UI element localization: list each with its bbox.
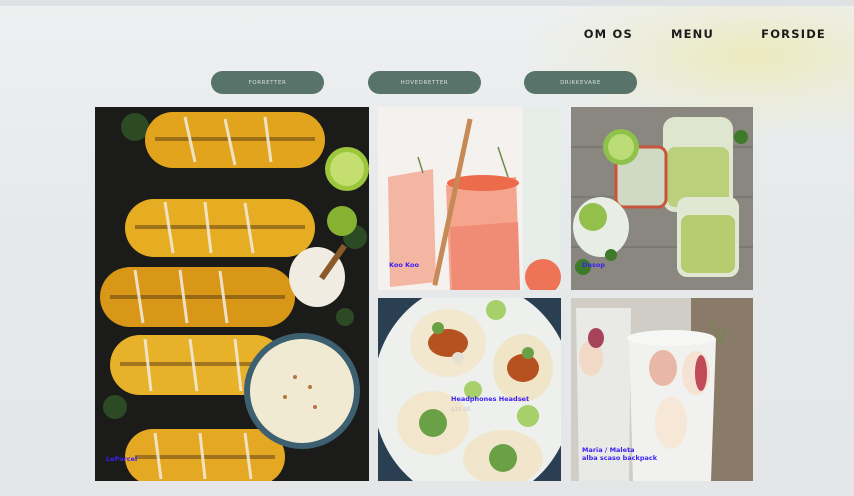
tile-caption[interactable]: Dusop xyxy=(582,262,605,269)
product-tile-cocktail[interactable]: Maria / Maleta alba scaso backpack xyxy=(571,298,753,481)
tile-caption[interactable]: Maria / Maleta xyxy=(582,447,635,454)
product-tile-corn[interactable]: LeParcel xyxy=(95,107,369,481)
product-tile-drink[interactable]: Koo Koo xyxy=(378,107,561,290)
tacos-image xyxy=(378,298,561,481)
category-drikkevare-button[interactable]: DRIKKEVARE xyxy=(524,71,637,94)
product-tile-dip[interactable]: Dusop xyxy=(571,107,753,290)
nav-om-os[interactable]: OM OS xyxy=(584,27,633,41)
category-forretter-button[interactable]: FORRETTER xyxy=(211,71,324,94)
corn-image xyxy=(95,107,369,481)
category-hovedretter-button[interactable]: HOVEDRETTER xyxy=(368,71,481,94)
tile-price: $15.00 xyxy=(451,407,471,413)
tile-caption[interactable]: LeParcel xyxy=(106,456,137,463)
product-tile-tacos[interactable]: Headphones Headset $15.00 xyxy=(378,298,561,481)
nav-forside[interactable]: FORSIDE xyxy=(761,27,826,41)
tile-caption-sub[interactable]: alba scaso backpack xyxy=(582,455,657,462)
nav-menu[interactable]: MENU xyxy=(671,27,714,41)
tile-caption[interactable]: Koo Koo xyxy=(389,262,419,269)
tile-caption[interactable]: Headphones Headset xyxy=(451,396,529,403)
